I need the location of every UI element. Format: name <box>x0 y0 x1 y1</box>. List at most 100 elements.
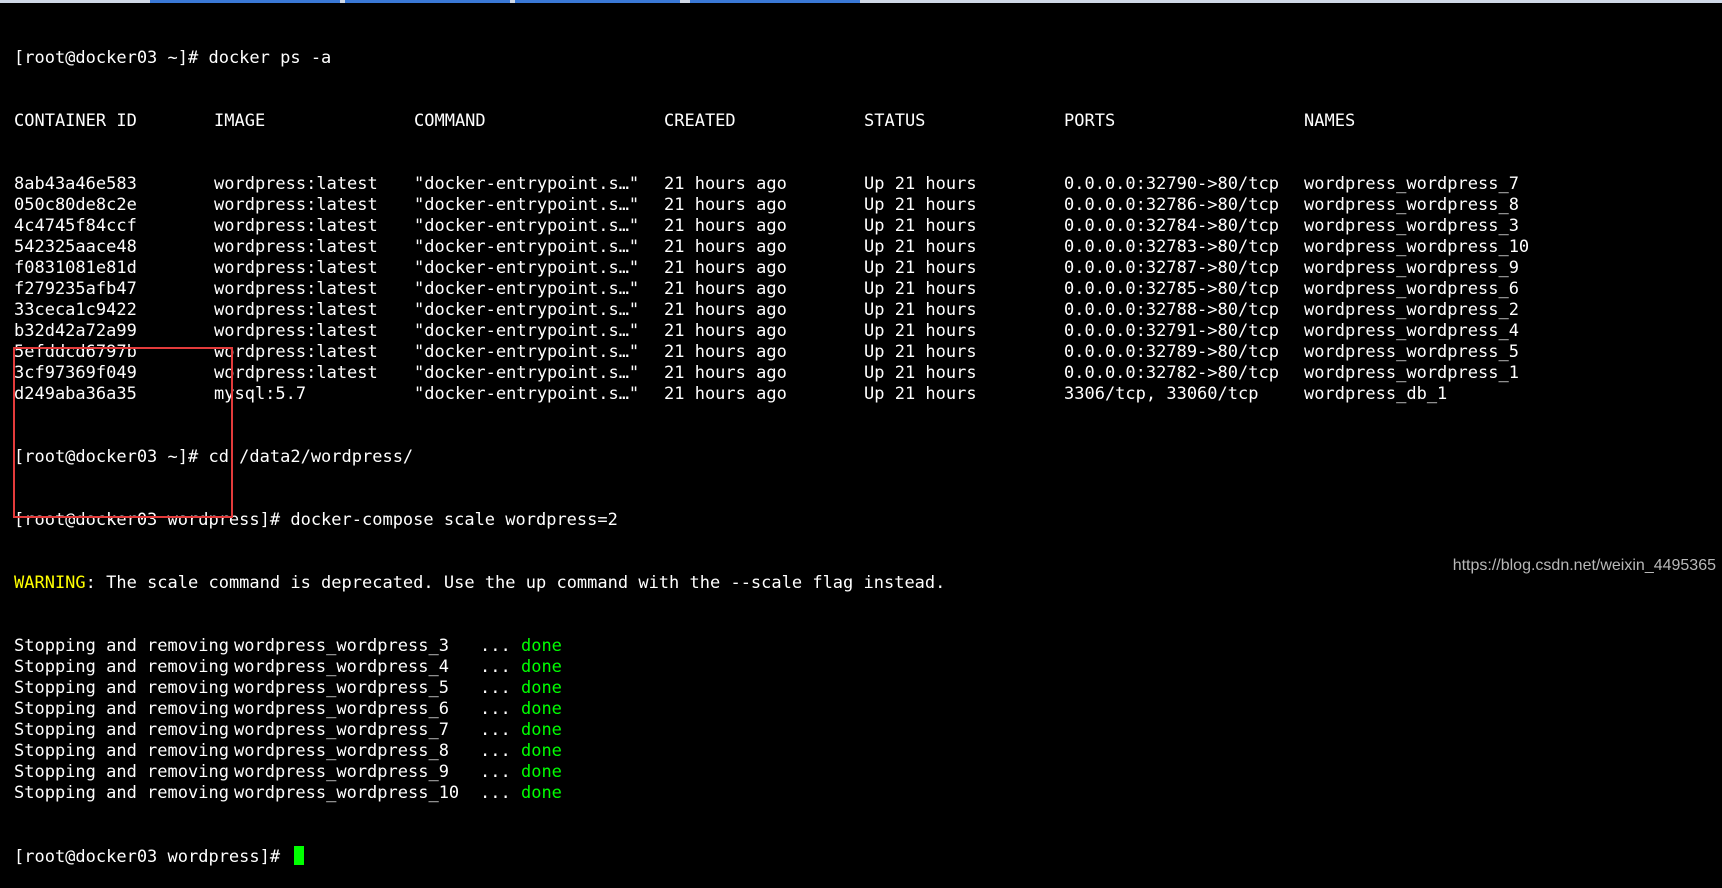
cell-container-id: 050c80de8c2e <box>14 195 137 215</box>
cell-command: "docker-entrypoint.s…" <box>414 342 640 362</box>
cell-ports: 0.0.0.0:32783->80/tcp <box>1064 237 1279 257</box>
warning-line: WARNING: The scale command is deprecated… <box>14 573 1714 594</box>
table-row: 4c4745f84ccf wordpress:latest "docker-entr… <box>14 216 1714 237</box>
tab-indicator[interactable] <box>515 0 680 3</box>
cell-image: wordpress:latest <box>214 300 378 320</box>
shell-prompt: [root@docker03 wordpress]# <box>14 510 291 530</box>
terminal-output[interactable]: [root@docker03 ~]# docker ps -a CONTAINE… <box>14 6 1714 867</box>
tab-indicator[interactable] <box>690 0 860 3</box>
removal-status-done: done <box>520 657 562 677</box>
tab-strip <box>0 0 1722 3</box>
cell-command: "docker-entrypoint.s…" <box>414 174 640 194</box>
removal-status-done: done <box>520 783 562 803</box>
removal-status-done: done <box>520 762 562 782</box>
cell-container-id: 33ceca1c9422 <box>14 300 137 320</box>
removal-container-name: wordpress_wordpress_9 <box>234 762 449 782</box>
cell-status: Up 21 hours <box>864 342 977 362</box>
removal-line: Stopping and removing wordpress_wordpress… <box>14 720 1714 741</box>
header-command: COMMAND <box>414 111 486 131</box>
cell-status: Up 21 hours <box>864 195 977 215</box>
cell-created: 21 hours ago <box>664 300 787 320</box>
cell-names: wordpress_wordpress_2 <box>1304 300 1519 320</box>
header-container-id: CONTAINER ID <box>14 111 137 131</box>
cell-status: Up 21 hours <box>864 237 977 257</box>
header-image: IMAGE <box>214 111 266 131</box>
warning-text: : The scale command is deprecated. Use t… <box>85 573 946 593</box>
removal-container-name: wordpress_wordpress_5 <box>234 678 449 698</box>
command-text: docker ps -a <box>208 48 332 68</box>
cell-created: 21 hours ago <box>664 342 787 362</box>
cell-created: 21 hours ago <box>664 279 787 299</box>
cell-ports: 0.0.0.0:32784->80/tcp <box>1064 216 1279 236</box>
cell-ports: 3306/tcp, 33060/tcp <box>1064 384 1259 404</box>
removal-container-name: wordpress_wordpress_10 <box>234 783 460 803</box>
cell-ports: 0.0.0.0:32788->80/tcp <box>1064 300 1279 320</box>
cell-container-id: f0831081e81d <box>14 258 137 278</box>
removal-line: Stopping and removing wordpress_wordpress… <box>14 657 1714 678</box>
removal-dots: ... <box>480 720 511 740</box>
container-list: 8ab43a46e583 wordpress:latest "docker-entr… <box>14 174 1714 405</box>
cell-names: wordpress_wordpress_7 <box>1304 174 1519 194</box>
removal-line: Stopping and removing wordpress_wordpress… <box>14 762 1714 783</box>
removal-line: Stopping and removing wordpress_wordpress… <box>14 678 1714 699</box>
cell-container-id: 8ab43a46e583 <box>14 174 137 194</box>
cell-created: 21 hours ago <box>664 384 787 404</box>
table-row: 8ab43a46e583 wordpress:latest "docker-entr… <box>14 174 1714 195</box>
table-row: b32d42a72a99 wordpress:latest "docker-entr… <box>14 321 1714 342</box>
removal-status-done: done <box>520 720 562 740</box>
cell-container-id: f279235afb47 <box>14 279 137 299</box>
tab-indicator[interactable] <box>345 0 510 3</box>
cell-status: Up 21 hours <box>864 363 977 383</box>
tab-indicator[interactable] <box>150 0 340 3</box>
cell-container-id: 542325aace48 <box>14 237 137 257</box>
removal-container-name: wordpress_wordpress_4 <box>234 657 449 677</box>
removal-verb: Stopping and removing <box>14 636 229 656</box>
cell-container-id: 3cf97369f049 <box>14 363 137 383</box>
cell-image: wordpress:latest <box>214 363 378 383</box>
cell-created: 21 hours ago <box>664 174 787 194</box>
cell-command: "docker-entrypoint.s…" <box>414 195 640 215</box>
header-ports: PORTS <box>1064 111 1116 131</box>
removal-dots: ... <box>480 741 511 761</box>
cell-image: wordpress:latest <box>214 174 378 194</box>
command-line: [root@docker03 wordpress]# docker-compos… <box>14 510 1714 531</box>
cell-status: Up 21 hours <box>864 216 977 236</box>
cell-command: "docker-entrypoint.s…" <box>414 279 640 299</box>
cell-status: Up 21 hours <box>864 384 977 404</box>
removal-status-done: done <box>520 678 562 698</box>
removal-dots: ... <box>480 678 511 698</box>
cell-command: "docker-entrypoint.s…" <box>414 384 640 404</box>
cell-container-id: 4c4745f84ccf <box>14 216 137 236</box>
table-row: 33ceca1c9422 wordpress:latest "docker-entr… <box>14 300 1714 321</box>
removal-verb: Stopping and removing <box>14 657 229 677</box>
removal-container-name: wordpress_wordpress_7 <box>234 720 449 740</box>
removal-dots: ... <box>480 636 511 656</box>
command-line[interactable]: [root@docker03 wordpress]# <box>14 846 1714 867</box>
cell-container-id: d249aba36a35 <box>14 384 137 404</box>
removal-line: Stopping and removing wordpress_wordpress… <box>14 741 1714 762</box>
table-row: 542325aace48 wordpress:latest "docker-entr… <box>14 237 1714 258</box>
removal-status-done: done <box>520 741 562 761</box>
removal-status-done: done <box>520 636 562 656</box>
removal-container-name: wordpress_wordpress_6 <box>234 699 449 719</box>
cell-image: wordpress:latest <box>214 195 378 215</box>
header-names: NAMES <box>1304 111 1356 131</box>
command-text: docker-compose scale wordpress=2 <box>290 510 618 530</box>
removal-dots: ... <box>480 657 511 677</box>
removal-dots: ... <box>480 699 511 719</box>
cell-ports: 0.0.0.0:32790->80/tcp <box>1064 174 1279 194</box>
removal-status-done: done <box>520 699 562 719</box>
header-status: STATUS <box>864 111 926 131</box>
cell-ports: 0.0.0.0:32786->80/tcp <box>1064 195 1279 215</box>
cell-names: wordpress_wordpress_5 <box>1304 342 1519 362</box>
cell-ports: 0.0.0.0:32791->80/tcp <box>1064 321 1279 341</box>
cell-created: 21 hours ago <box>664 321 787 341</box>
watermark: https://blog.csdn.net/weixin_4495365 <box>1452 557 1716 574</box>
cell-names: wordpress_wordpress_1 <box>1304 363 1519 383</box>
cell-status: Up 21 hours <box>864 300 977 320</box>
cell-image: wordpress:latest <box>214 279 378 299</box>
cell-image: wordpress:latest <box>214 258 378 278</box>
cell-image: mysql:5.7 <box>214 384 307 404</box>
text-cursor <box>294 846 305 865</box>
table-row: f0831081e81d wordpress:latest "docker-entr… <box>14 258 1714 279</box>
